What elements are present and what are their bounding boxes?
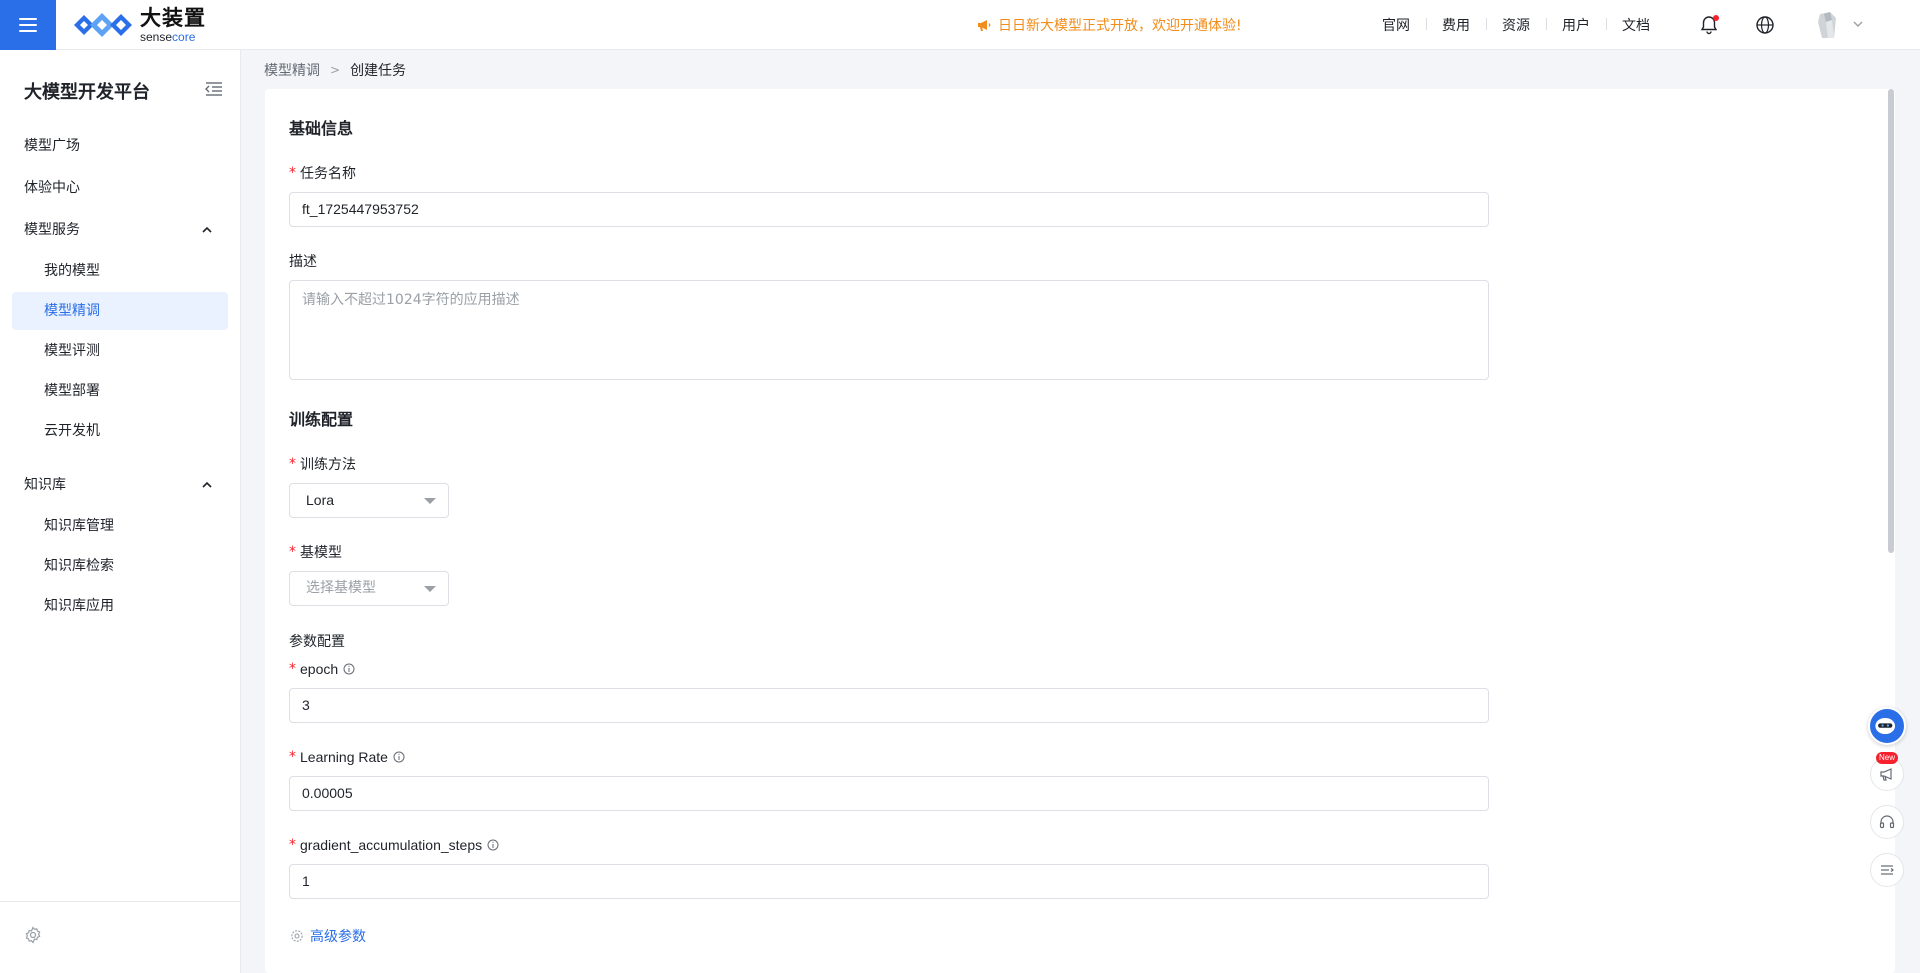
required-mark: *: [289, 749, 296, 765]
task-name-label: * 任务名称: [289, 163, 356, 183]
learning-rate-label-text: Learning Rate: [300, 749, 388, 765]
sidebar-title: 大模型开发平台: [24, 82, 150, 103]
sidebar-item-model-plaza[interactable]: 模型广场: [12, 127, 228, 165]
learning-rate-label: * Learning Rate: [289, 749, 405, 765]
base-model-placeholder: 选择基模型: [306, 580, 376, 596]
logo-en: sensecore: [140, 31, 206, 43]
sidebar-item-my-models[interactable]: 我的模型: [12, 252, 228, 290]
bell-icon[interactable]: [1698, 14, 1720, 36]
training-method-label-text: 训练方法: [300, 457, 356, 473]
advanced-params-text: 高级参数: [310, 929, 366, 945]
sidebar-item-model-deploy[interactable]: 模型部署: [12, 372, 228, 410]
sidebar-item-cloud-dev[interactable]: 云开发机: [12, 412, 228, 450]
required-mark: *: [289, 165, 296, 181]
description-label-text: 描述: [289, 254, 317, 270]
breadcrumb-parent[interactable]: 模型精调: [264, 60, 320, 80]
breadcrumb-separator: >: [330, 63, 341, 77]
training-method-value: Lora: [306, 492, 335, 508]
nav-official-site[interactable]: 官网: [1366, 15, 1426, 35]
sidebar-item-knowledge-base[interactable]: 知识库: [12, 466, 228, 504]
sidebar-item-model-services[interactable]: 模型服务: [12, 211, 228, 249]
customer-service-button[interactable]: [1870, 805, 1904, 839]
sidebar-item-label: 知识库: [24, 477, 66, 493]
avatar[interactable]: [1812, 10, 1842, 40]
top-bar: 大装置 sensecore 日日新大模型正式开放，欢迎开通体验! 官网 费用 资…: [0, 0, 1920, 50]
params-config-title: 参数配置: [289, 634, 345, 650]
learning-rate-input[interactable]: 0.00005: [289, 776, 1489, 811]
globe-icon[interactable]: [1754, 14, 1776, 36]
epoch-label-text: epoch: [300, 661, 339, 677]
gear-icon[interactable]: [24, 926, 42, 944]
caret-down-icon: [424, 498, 436, 504]
base-model-select[interactable]: 选择基模型: [289, 571, 449, 606]
logo[interactable]: 大装置 sensecore: [72, 6, 206, 44]
base-model-label-text: 基模型: [300, 545, 342, 561]
gradient-steps-input[interactable]: 1: [289, 864, 1489, 899]
sidebar-item-kb-apps[interactable]: 知识库应用: [12, 587, 228, 625]
logo-en-b: core: [172, 29, 196, 44]
breadcrumb: 模型精调 > 创建任务: [264, 60, 406, 80]
nav-docs[interactable]: 文档: [1606, 15, 1666, 35]
info-icon[interactable]: [487, 839, 499, 851]
description-textarea[interactable]: 请输入不超过1024字符的应用描述: [289, 280, 1489, 380]
advanced-params-link[interactable]: 高级参数: [290, 926, 366, 946]
required-mark: *: [289, 456, 296, 472]
description-label: 描述: [289, 251, 317, 271]
scrollbar-thumb[interactable]: [1888, 89, 1894, 553]
chevron-down-icon[interactable]: [1852, 18, 1864, 30]
gradient-steps-label: * gradient_accumulation_steps: [289, 837, 499, 853]
nav-billing[interactable]: 费用: [1426, 15, 1486, 35]
logo-en-a: sense: [140, 29, 173, 44]
megaphone-icon: [1880, 768, 1892, 781]
training-method-select[interactable]: Lora: [289, 483, 449, 518]
new-badge: New: [1876, 752, 1899, 764]
required-mark: *: [289, 544, 296, 560]
nav-resources[interactable]: 资源: [1486, 15, 1546, 35]
nav-users[interactable]: 用户: [1546, 15, 1606, 35]
menu-button[interactable]: [0, 0, 56, 50]
gradient-steps-label-text: gradient_accumulation_steps: [300, 837, 483, 853]
sidebar-item-model-eval[interactable]: 模型评测: [12, 332, 228, 370]
required-mark: *: [289, 661, 296, 677]
robot-icon: [1875, 717, 1896, 735]
announcement-banner[interactable]: 日日新大模型正式开放，欢迎开通体验!: [976, 15, 1242, 35]
list-icon: [1881, 865, 1894, 875]
sidebar: 大模型开发平台 模型广场 体验中心 模型服务 我的模型 模型精调 模型评测 模型…: [0, 50, 241, 973]
required-mark: *: [289, 837, 296, 853]
section-title-basic: 基础信息: [289, 119, 354, 138]
info-icon[interactable]: [393, 751, 405, 763]
sidebar-item-fine-tuning[interactable]: 模型精调: [12, 292, 228, 330]
caret-down-icon: [424, 586, 436, 592]
hamburger-icon: [19, 18, 37, 32]
task-name-input[interactable]: ft_1725447953752: [289, 192, 1489, 227]
sidebar-item-kb-search[interactable]: 知识库检索: [12, 547, 228, 585]
megaphone-icon: [978, 20, 991, 31]
sidebar-item-label: 模型服务: [24, 222, 80, 238]
epoch-label: * epoch: [289, 661, 355, 677]
chevron-up-icon: [202, 481, 212, 488]
top-nav: 官网 费用 资源 用户 文档: [1366, 0, 1666, 50]
logo-cn: 大装置: [140, 5, 206, 30]
info-icon[interactable]: [343, 663, 355, 675]
chevron-up-icon: [202, 226, 212, 233]
logo-text: 大装置 sensecore: [140, 5, 206, 43]
section-title-training: 训练配置: [289, 410, 354, 429]
headset-icon: [1879, 815, 1895, 829]
scrollbar[interactable]: [1887, 89, 1895, 973]
gear-icon: [291, 930, 303, 942]
base-model-label: * 基模型: [289, 542, 342, 562]
assistant-bot-button[interactable]: [1868, 707, 1906, 745]
epoch-input[interactable]: 3: [289, 688, 1489, 723]
announcement-text: 日日新大模型正式开放，欢迎开通体验!: [998, 18, 1242, 34]
collapse-sidebar-icon[interactable]: [204, 80, 224, 98]
task-name-label-text: 任务名称: [300, 166, 356, 182]
toc-button[interactable]: [1870, 853, 1904, 887]
sidebar-item-experience-center[interactable]: 体验中心: [12, 169, 228, 207]
notification-dot: [1713, 15, 1719, 21]
sidebar-footer: [0, 901, 241, 973]
breadcrumb-current: 创建任务: [350, 63, 407, 79]
sidebar-item-kb-manage[interactable]: 知识库管理: [12, 507, 228, 545]
training-method-label: * 训练方法: [289, 454, 356, 474]
sensecore-logo-icon: [74, 13, 132, 37]
